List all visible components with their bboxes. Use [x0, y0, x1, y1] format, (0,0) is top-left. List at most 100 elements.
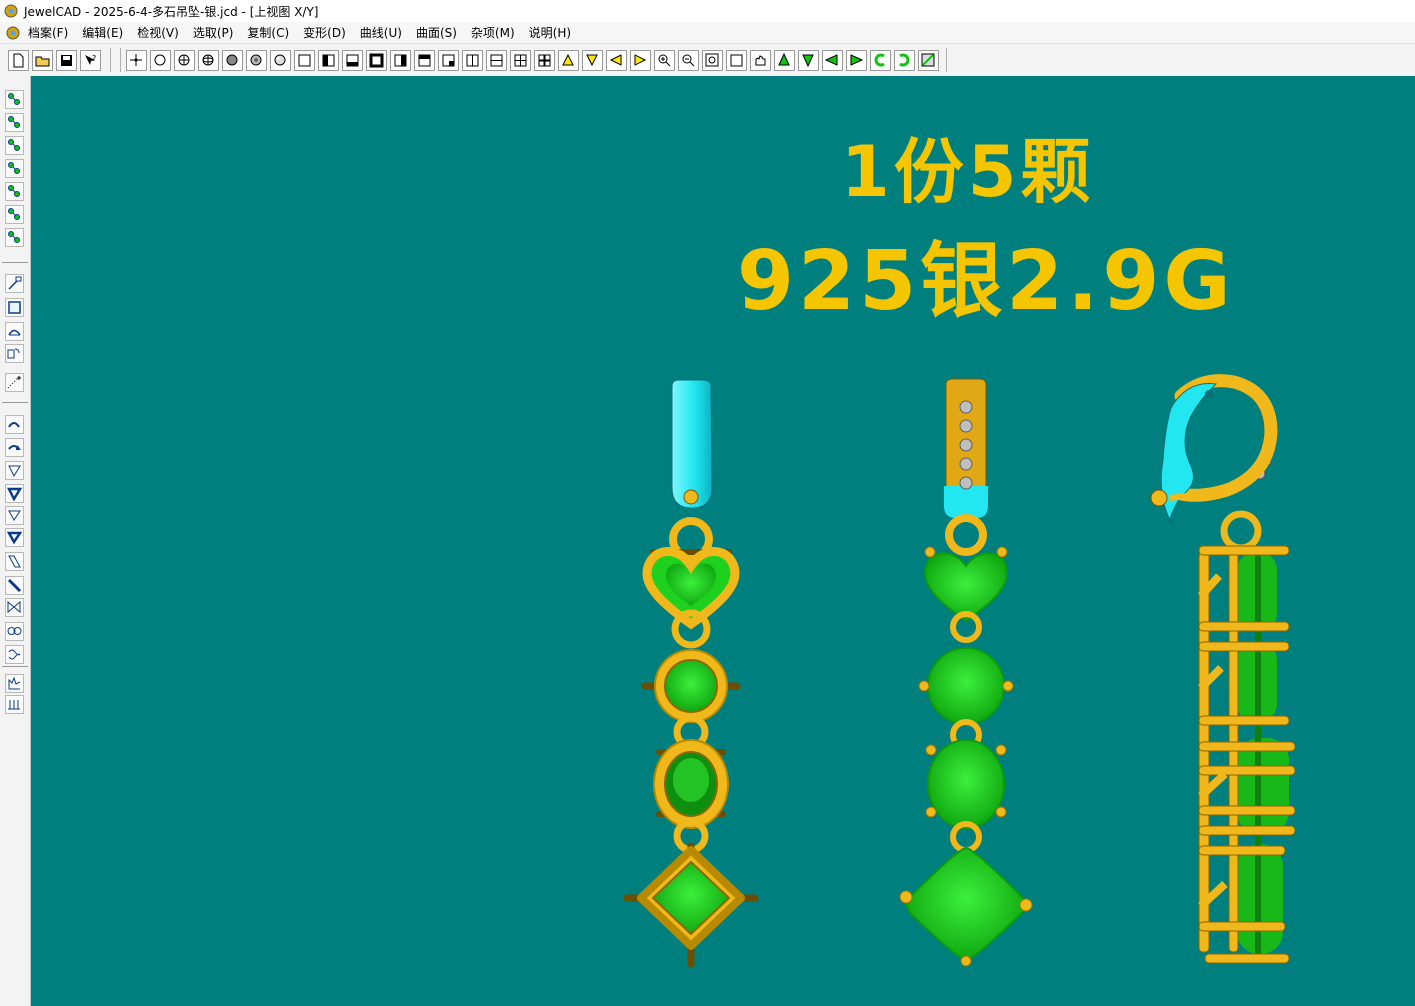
circle-cross-icon [178, 54, 190, 66]
left-tool-select-arrow[interactable] [5, 90, 24, 109]
toolbar-button-view-top[interactable] [414, 50, 435, 71]
left-tool-surface-bow[interactable] [5, 598, 24, 617]
add-point-icon [7, 375, 21, 389]
round-gem [927, 647, 1005, 725]
toolbar-button-new-file[interactable] [8, 50, 29, 71]
toolbar-button-circle-cross[interactable] [174, 50, 195, 71]
left-tool-surface-loop[interactable] [5, 622, 24, 641]
left-tool-surface-array[interactable] [5, 695, 24, 714]
jewelcad-logo-icon [4, 4, 18, 18]
rotate-left-icon [825, 54, 838, 66]
left-tool-surface-spiral[interactable] [5, 674, 24, 693]
toolbar-button-pan-hand[interactable] [750, 50, 771, 71]
document-menu-icon[interactable] [6, 26, 20, 40]
side-jump-ring [1220, 510, 1262, 552]
toolbar-button-arrow-right[interactable] [630, 50, 651, 71]
toolbar-button-circle[interactable] [150, 50, 171, 71]
left-tool-select-diagonal[interactable] [5, 205, 24, 224]
menu-surface[interactable]: 曲面(S) [416, 24, 457, 41]
sphere-cross-icon [202, 54, 214, 66]
pan-hand-icon [755, 55, 766, 66]
left-tool-surface-twist[interactable] [5, 438, 24, 457]
toolbar-button-zoom-window[interactable] [702, 50, 723, 71]
view-vsplit-icon [466, 54, 479, 67]
toolbar-button-view-bottom[interactable] [342, 50, 363, 71]
menu-copy[interactable]: 复制(C) [247, 24, 289, 41]
toolbar-button-arrow-up[interactable] [558, 50, 579, 71]
left-toolbar-separator [2, 666, 28, 667]
toolbar-button-view-bottom-right[interactable] [438, 50, 459, 71]
toolbar-button-point-snap[interactable] [126, 50, 147, 71]
left-tool-surface-wave[interactable] [5, 645, 24, 664]
toolbar-button-view-quad-bold[interactable] [534, 50, 555, 71]
left-tool-surface-taper-bold[interactable] [5, 484, 24, 503]
left-tool-surface-slant[interactable] [5, 552, 24, 571]
left-tool-draw-line[interactable] [5, 274, 24, 293]
toolbar-button-help-cursor[interactable]: ? [80, 50, 101, 71]
toolbar-button-view-vsplit[interactable] [462, 50, 483, 71]
left-tool-select-column[interactable] [5, 136, 24, 155]
left-tool-surface-invert[interactable] [5, 506, 24, 525]
copy-curve-icon [7, 348, 20, 359]
view-right-icon [394, 54, 407, 67]
left-tool-draw-arc[interactable] [5, 322, 24, 341]
toolbar-button-render-settings[interactable] [918, 50, 939, 71]
toolbar-button-rotate-left[interactable] [822, 50, 843, 71]
view-quad-icon [514, 54, 527, 67]
menu-view[interactable]: 检视(V) [137, 24, 179, 41]
top-view-viewport[interactable]: 1份5颗 925银2.9G [31, 76, 1415, 1006]
solid-sphere-icon [226, 54, 238, 66]
menu-deform[interactable]: 变形(D) [303, 24, 346, 41]
toolbar-button-view-left[interactable] [318, 50, 339, 71]
toolbar-button-zoom-out[interactable] [678, 50, 699, 71]
left-tool-surface-taper[interactable] [5, 461, 24, 480]
arrow-right-icon [634, 54, 647, 66]
toolbar-button-view-right[interactable] [390, 50, 411, 71]
menu-curve[interactable]: 曲线(U) [360, 24, 402, 41]
toolbar-button-zoom-fit[interactable] [726, 50, 747, 71]
left-tool-add-point[interactable] [5, 373, 24, 392]
left-tool-draw-rect[interactable] [5, 298, 24, 317]
menu-misc[interactable]: 杂项(M) [471, 24, 515, 41]
left-tool-copy-curve[interactable] [5, 344, 24, 363]
toolbar-button-view-hsplit[interactable] [486, 50, 507, 71]
menu-help[interactable]: 说明(H) [529, 24, 571, 41]
menu-edit[interactable]: 编辑(E) [82, 24, 123, 41]
toolbar-separator [946, 48, 947, 72]
left-tool-surface-bend[interactable] [5, 415, 24, 434]
left-tool-surface-slant-bold[interactable] [5, 576, 24, 595]
help-cursor-icon: ? [85, 54, 96, 65]
menu-select[interactable]: 选取(P) [193, 24, 234, 41]
toolbar-button-rotate-cw[interactable] [894, 50, 915, 71]
toolbar-button-view-single[interactable] [294, 50, 315, 71]
toolbar-button-rotate-right[interactable] [846, 50, 867, 71]
toolbar-button-sphere-cross[interactable] [198, 50, 219, 71]
left-tool-surface-invert-bold[interactable] [5, 528, 24, 547]
toolbar-button-rotate-up[interactable] [774, 50, 795, 71]
left-tool-select-grid[interactable] [5, 182, 24, 201]
toolbar-button-arrow-down[interactable] [582, 50, 603, 71]
toolbar-button-zoom-in[interactable] [654, 50, 675, 71]
toolbar-button-render[interactable] [270, 50, 291, 71]
toolbar-button-shaded-sphere[interactable] [246, 50, 267, 71]
left-tool-select-pair[interactable] [5, 113, 24, 132]
toolbar-button-rotate-down[interactable] [798, 50, 819, 71]
view-top-icon [418, 54, 431, 67]
toolbar-button-save[interactable] [56, 50, 77, 71]
surface-spiral-icon [8, 676, 21, 690]
toolbar-button-solid-sphere[interactable] [222, 50, 243, 71]
toolbar-button-view-bold[interactable] [366, 50, 387, 71]
surface-slant-bold-icon [7, 578, 22, 593]
left-tool-select-chain[interactable] [5, 159, 24, 178]
cushion-gem [906, 846, 1026, 962]
toolbar-button-rotate-ccw[interactable] [870, 50, 891, 71]
toolbar-button-open-folder[interactable] [32, 50, 53, 71]
left-tool-select-ring[interactable] [5, 228, 24, 247]
cushion-setting [623, 842, 759, 968]
toolbar-button-view-quad[interactable] [510, 50, 531, 71]
draw-arc-icon [8, 329, 21, 336]
toolbar-button-arrow-left[interactable] [606, 50, 627, 71]
title-bar: JewelCAD - 2025-6-4-多石吊坠-银.jcd - [上视图 X/… [0, 0, 1415, 22]
zoom-out-icon [682, 54, 695, 67]
menu-file[interactable]: 档案(F) [28, 24, 68, 41]
